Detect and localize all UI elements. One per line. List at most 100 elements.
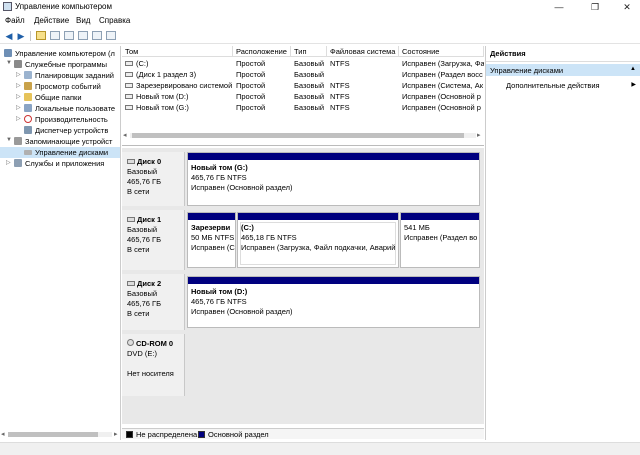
partition-block[interactable]: 541 МБ Исправен (Раздел во [400, 212, 480, 268]
disk-label[interactable]: Диск 2 Базовый 465,76 ГБ В сети [122, 274, 185, 330]
device-manager-icon [24, 126, 32, 134]
forward-arrow-icon[interactable]: ▶ [16, 31, 26, 41]
legend-label-unallocated: Не распределена [136, 430, 198, 439]
tree-item-services[interactable]: ▷ Службы и приложения [0, 158, 120, 169]
table-row[interactable]: (C:) Простой Базовый NTFS Исправен (Загр… [122, 58, 484, 69]
chevron-right-icon[interactable]: ▷ [16, 115, 21, 122]
tree-item-utilities[interactable]: ▼ Служебные программы [0, 59, 120, 70]
cell-volume: (Диск 1 раздел 3) [136, 70, 197, 79]
menu-help[interactable]: Справка [99, 16, 130, 25]
tree-item-label: Служебные программы [25, 60, 107, 69]
tree-item-disk-management[interactable]: Управление дисками [0, 147, 120, 158]
chevron-down-icon[interactable]: ▼ [6, 60, 12, 66]
disk-label[interactable]: Диск 1 Базовый 465,76 ГБ В сети [122, 210, 185, 270]
view-icon[interactable] [92, 31, 102, 40]
partition-block[interactable]: Зарезерви 50 МБ NTFS Исправен (С [187, 212, 236, 268]
disk-row[interactable]: Диск 0 Базовый 465,76 ГБ В сети Новый то… [122, 152, 484, 206]
cell-volume: (C:) [136, 59, 149, 68]
disk-label[interactable]: CD-ROM 0 DVD (E:) Нет носителя [122, 334, 185, 396]
column-header-volume[interactable]: Том [122, 46, 233, 57]
tree-item-label: Диспетчер устройств [35, 126, 109, 135]
list-icon[interactable] [106, 31, 116, 40]
disk-type: Базовый [127, 289, 158, 298]
cell-filesystem: NTFS [330, 103, 350, 112]
chevron-right-icon[interactable]: ▷ [16, 82, 21, 89]
chevron-right-icon[interactable]: ▷ [16, 93, 21, 100]
cell-status: Исправен (Раздел восс [402, 70, 483, 79]
disk-name: CD-ROM 0 [127, 339, 184, 349]
column-header-status[interactable]: Состояние [399, 46, 484, 57]
tree-item-label: Производительность [35, 115, 108, 124]
partition-block[interactable]: (C:) 465,18 ГБ NTFS Исправен (Загрузка, … [237, 212, 399, 268]
disk-status: В сети [127, 187, 150, 196]
scroll-right-arrow[interactable]: ▸ [114, 430, 118, 438]
cell-type: Базовый [294, 59, 325, 68]
tree-item-shared-folders[interactable]: ▷ Общие папки [0, 92, 120, 103]
disk-row[interactable]: CD-ROM 0 DVD (E:) Нет носителя [122, 334, 484, 396]
disk-name-text: CD-ROM 0 [136, 339, 174, 348]
actions-pane: Действия Управление дисками ▲ Дополнител… [485, 46, 640, 440]
disk-icon [24, 150, 32, 155]
disk-label[interactable]: Диск 0 Базовый 465,76 ГБ В сети [122, 152, 185, 206]
scroll-right-arrow[interactable]: ▸ [477, 131, 481, 139]
scroll-thumb[interactable] [132, 133, 464, 138]
menu-view[interactable]: Вид [76, 16, 90, 25]
cell-layout: Простой [236, 81, 266, 90]
help-icon[interactable] [78, 31, 88, 40]
show-hide-tree-icon[interactable] [50, 31, 60, 40]
tree-item-label: Просмотр событий [35, 82, 101, 91]
partition-block[interactable]: Новый том (G:) 465,76 ГБ NTFS Исправен (… [187, 152, 480, 206]
chevron-right-icon[interactable]: ▷ [16, 104, 21, 111]
column-header-filesystem[interactable]: Файловая система [327, 46, 399, 57]
table-row[interactable]: (Диск 1 раздел 3) Простой Базовый Исправ… [122, 69, 484, 80]
tree-item-label: Управление дисками [35, 148, 109, 157]
scroll-left-arrow[interactable]: ◂ [1, 430, 5, 438]
disk-name-text: Диск 0 [137, 157, 162, 166]
tree-root[interactable]: Управление компьютером (л [0, 48, 120, 59]
chevron-right-icon[interactable]: ▷ [6, 159, 11, 166]
tree-horizontal-scrollbar[interactable]: ◂ ▸ [0, 430, 121, 439]
table-row[interactable]: Новый том (D:) Простой Базовый NTFS Испр… [122, 91, 484, 102]
tree-item-task-scheduler[interactable]: ▷ Планировщик заданий [0, 70, 120, 81]
disk-row[interactable]: Диск 1 Базовый 465,76 ГБ В сети Зарезерв… [122, 210, 484, 270]
tree-item-event-viewer[interactable]: ▷ Просмотр событий [0, 81, 120, 92]
back-arrow-icon[interactable]: ◀ [4, 31, 14, 41]
scroll-thumb[interactable] [8, 432, 98, 437]
menu-file[interactable]: Файл [5, 16, 25, 25]
properties-icon[interactable] [64, 31, 74, 40]
cell-volume: Новый том (G:) [136, 103, 189, 112]
cell-filesystem [327, 69, 399, 80]
disk-status: В сети [127, 309, 150, 318]
close-button[interactable]: ✕ [616, 1, 638, 13]
cell-type: Базовый [294, 70, 325, 79]
partition-status: Исправен (Загрузка, Файл подкачки, Авари… [241, 243, 396, 252]
scroll-left-arrow[interactable]: ◂ [123, 131, 127, 139]
partition-status: Исправен (С [191, 243, 235, 252]
up-folder-icon[interactable] [36, 31, 46, 40]
more-actions-item[interactable]: Дополнительные действия ▶ [486, 79, 640, 91]
chevron-right-icon[interactable]: ▷ [16, 71, 21, 78]
disk-name: Диск 0 [127, 157, 184, 167]
menu-action[interactable]: Действие [34, 16, 69, 25]
legend: Не распределена Основной раздел [122, 428, 484, 439]
cd-icon [127, 339, 134, 346]
disk-row[interactable]: Диск 2 Базовый 465,76 ГБ В сети Новый то… [122, 274, 484, 330]
collapse-arrow-icon[interactable]: ▲ [630, 66, 636, 72]
partition-block[interactable]: Новый том (D:) 465,76 ГБ NTFS Исправен (… [187, 276, 480, 328]
actions-section-disk-management[interactable]: Управление дисками ▲ [486, 64, 640, 76]
app-icon [3, 2, 12, 11]
partition-title: Новый том (G:) [191, 163, 248, 172]
column-header-type[interactable]: Тип [291, 46, 327, 57]
volume-list-scrollbar[interactable]: ◂ ▸ [122, 131, 484, 140]
table-row[interactable]: Новый том (G:) Простой Базовый NTFS Испр… [122, 102, 484, 113]
chevron-down-icon[interactable]: ▼ [6, 137, 12, 143]
maximize-button[interactable]: ❐ [584, 1, 606, 13]
tree-item-device-manager[interactable]: Диспетчер устройств [0, 125, 120, 136]
minimize-button[interactable]: — [548, 1, 570, 13]
table-row[interactable]: Зарезервировано системой Простой Базовый… [122, 80, 484, 91]
tree-item-performance[interactable]: ▷ Производительность [0, 114, 120, 125]
tree-item-storage[interactable]: ▼ Запоминающие устройст [0, 136, 120, 147]
tree-item-local-users[interactable]: ▷ Локальные пользовате [0, 103, 120, 114]
cell-filesystem: NTFS [330, 59, 350, 68]
column-header-layout[interactable]: Расположение [233, 46, 291, 57]
